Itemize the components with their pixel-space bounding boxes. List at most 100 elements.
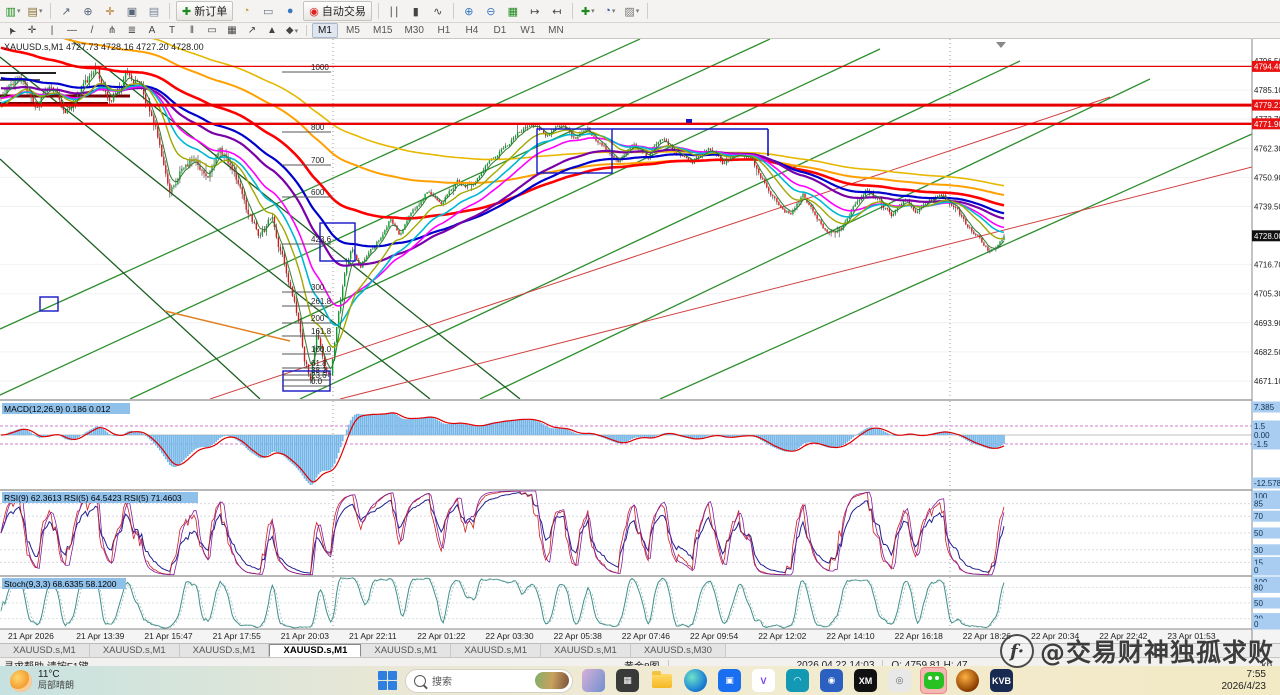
profiles-button[interactable]: ▤▾ — [25, 1, 45, 21]
screenshot-thumb-icon[interactable] — [580, 667, 607, 694]
timeframe-d1-button[interactable]: D1 — [487, 23, 513, 38]
cursor-tool[interactable]: ➤ — [3, 23, 21, 38]
svg-text:4705.30: 4705.30 — [1254, 290, 1280, 299]
autotrade-button[interactable]: ◉自动交易 — [303, 1, 372, 21]
svg-text:4716.70: 4716.70 — [1254, 261, 1280, 270]
svg-text:4779.21: 4779.21 — [1254, 101, 1280, 110]
chart-tab-7[interactable]: XAUUSD.s,M30 — [631, 644, 726, 657]
tray-app-icon[interactable] — [954, 667, 981, 694]
indicators-button[interactable]: ✚▾ — [578, 1, 598, 21]
svg-text:800: 800 — [311, 123, 325, 132]
timeframe-m5-button[interactable]: M5 — [340, 23, 366, 38]
price-chart[interactable]: 1000800700600423.6300261.8200161.8100.06… — [0, 39, 1280, 643]
svg-text:0: 0 — [1254, 620, 1259, 629]
start-button[interactable] — [378, 671, 398, 691]
svg-text:22 Apr 05:38: 22 Apr 05:38 — [554, 631, 602, 641]
photo-app-icon[interactable]: ◉ — [818, 667, 845, 694]
timeframe-h1-button[interactable]: H1 — [431, 23, 457, 38]
bell-button[interactable]: ◔ — [236, 1, 256, 21]
taskbar-clock[interactable]: 7:55 2026/4/23 — [1222, 669, 1280, 692]
chart-area[interactable]: 1000800700600423.6300261.8200161.8100.06… — [0, 39, 1280, 643]
window-button[interactable]: ▣ — [122, 1, 142, 21]
svg-text:30: 30 — [1254, 546, 1263, 555]
ring-app-icon[interactable]: ◎ — [886, 667, 913, 694]
cycle-lines-tool[interactable]: ‖ — [183, 23, 201, 38]
label-tool[interactable]: T — [163, 23, 181, 38]
v-app-icon[interactable]: V — [750, 667, 777, 694]
fibonacci-tool[interactable]: ≣ — [123, 23, 141, 38]
chart-tab-6[interactable]: XAUUSD.s,M1 — [541, 644, 631, 657]
pattern-tool[interactable]: ▦ — [223, 23, 241, 38]
svg-text:21 Apr 13:39: 21 Apr 13:39 — [76, 631, 124, 641]
tile-windows-button[interactable]: ▦ — [503, 1, 523, 21]
timeframe-w1-button[interactable]: W1 — [515, 23, 541, 38]
timeframe-m1-button[interactable]: M1 — [312, 23, 338, 38]
chart-tab-3[interactable]: XAUUSD.s,M1 — [269, 644, 361, 657]
teal-app-icon[interactable]: ◠ — [784, 667, 811, 694]
shapes-tool[interactable]: ◆▾ — [283, 23, 301, 38]
period-button[interactable]: ◔▾ — [600, 1, 620, 21]
line-chart-button[interactable]: ∿ — [428, 1, 448, 21]
preview-button[interactable]: ▤ — [144, 1, 164, 21]
new-order-button[interactable]: ✚新订单 — [176, 1, 233, 21]
chart-shift-end-button[interactable]: ↤ — [547, 1, 567, 21]
zoom-out-button[interactable]: ⊖ — [481, 1, 501, 21]
vline-tool[interactable]: | — [43, 23, 61, 38]
svg-text:4693.90: 4693.90 — [1254, 319, 1280, 328]
text-tool[interactable]: A — [143, 23, 161, 38]
edge-icon[interactable] — [682, 667, 709, 694]
svg-text:4794.40: 4794.40 — [1254, 62, 1280, 71]
autoscroll-button[interactable]: ↦ — [525, 1, 545, 21]
svg-text:4785.10: 4785.10 — [1254, 86, 1280, 95]
globe-button[interactable]: ● — [280, 1, 300, 21]
crosshair-tool[interactable]: ✛ — [23, 23, 41, 38]
chart-tab-2[interactable]: XAUUSD.s,M1 — [180, 644, 270, 657]
pan-button[interactable]: ✛ — [100, 1, 120, 21]
svg-text:22 Apr 01:22: 22 Apr 01:22 — [417, 631, 465, 641]
store-icon[interactable]: ▣ — [716, 667, 743, 694]
timeframe-h4-button[interactable]: H4 — [459, 23, 485, 38]
gallery-icon[interactable]: ▦ — [614, 667, 641, 694]
svg-text:100.0: 100.0 — [311, 345, 332, 354]
chart-tab-4[interactable]: XAUUSD.s,M1 — [361, 644, 451, 657]
file-explorer-icon[interactable] — [648, 667, 675, 694]
wechat-icon[interactable] — [920, 667, 947, 694]
rectangle-tool[interactable]: ▭ — [203, 23, 221, 38]
chart-tab-5[interactable]: XAUUSD.s,M1 — [451, 644, 541, 657]
svg-text:22 Apr 07:46: 22 Apr 07:46 — [622, 631, 670, 641]
kvb-icon[interactable]: KVB — [988, 667, 1015, 694]
xm-app-icon[interactable]: XM — [852, 667, 879, 694]
svg-text:85: 85 — [1254, 500, 1263, 509]
hline-tool[interactable]: — — [63, 23, 81, 38]
chart-shift-button[interactable]: ↗ — [56, 1, 76, 21]
timeframe-mn-button[interactable]: MN — [543, 23, 569, 38]
crosshair-button[interactable]: ⊕ — [78, 1, 98, 21]
zoom-in-button[interactable]: ⊕ — [459, 1, 479, 21]
weather-icon — [10, 670, 32, 692]
new-chart-button[interactable]: ▥▾ — [3, 1, 23, 21]
arrow-line-tool[interactable]: ↗ — [243, 23, 261, 38]
taskbar-search-input[interactable]: 搜索 — [405, 669, 573, 693]
toolbar-main: ▥▾▤▾↗⊕✛▣▤✚新订单◔▭●◉自动交易∣∣▮∿⊕⊖▦↦↤✚▾◔▾▨▾ — [0, 0, 1280, 23]
svg-text:22 Apr 20:34: 22 Apr 20:34 — [1031, 631, 1079, 641]
chart-tab-0[interactable]: XAUUSD.s,M1 — [0, 644, 90, 657]
channel-tool[interactable]: ⋔ — [103, 23, 121, 38]
clock-time: 7:55 — [1247, 669, 1266, 680]
svg-text:7.385: 7.385 — [1254, 403, 1275, 412]
bars-button[interactable]: ∣∣ — [384, 1, 404, 21]
candles-button[interactable]: ▮ — [406, 1, 426, 21]
weather-widget[interactable]: 11°C 局部晴朗 — [0, 670, 160, 692]
triangle-tool[interactable]: ▲ — [263, 23, 281, 38]
svg-text:RSI(9) 62.3613 RSI(5) 64.5423: RSI(9) 62.3613 RSI(5) 64.5423 RSI(5) 71.… — [4, 493, 182, 503]
trendline-tool[interactable]: / — [83, 23, 101, 38]
chart-tab-1[interactable]: XAUUSD.s,M1 — [90, 644, 180, 657]
svg-text:MACD(12,26,9) 0.186 0.012: MACD(12,26,9) 0.186 0.012 — [4, 404, 111, 414]
new-order-label: 新订单 — [194, 3, 227, 19]
windows-taskbar: 11°C 局部晴朗 搜索 ▦ ▣ V ◠ ◉ XM ◎ KVB 7:55 2026/4/23 — [0, 666, 1280, 695]
svg-text:4762.30: 4762.30 — [1254, 144, 1280, 153]
templates-button[interactable]: ▨▾ — [622, 1, 642, 21]
timeframe-m30-button[interactable]: M30 — [399, 23, 428, 38]
print-button[interactable]: ▭ — [258, 1, 278, 21]
timeframe-m15-button[interactable]: M15 — [368, 23, 397, 38]
chart-tabs: XAUUSD.s,M1XAUUSD.s,M1XAUUSD.s,M1XAUUSD.… — [0, 643, 1280, 658]
